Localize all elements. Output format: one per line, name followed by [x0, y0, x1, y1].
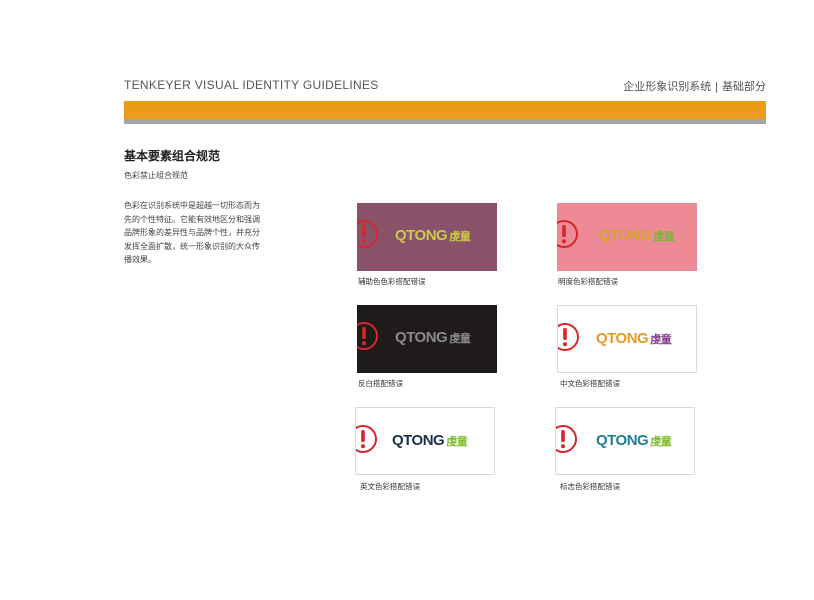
qtong-logo: QTONG 虔童 — [392, 432, 468, 449]
section-breadcrumb: 企业形象识别系统 | 基础部分 — [623, 80, 766, 93]
sample-caption: 标志色彩搭配错误 — [560, 482, 620, 491]
logo-chinese-text: 虔童 — [449, 231, 471, 243]
color-sample-card: QTONG 虔童 — [357, 203, 497, 271]
color-sample-card: QTONG 虔童 — [357, 305, 497, 373]
color-sample-card: QTONG 虔童 — [555, 407, 695, 475]
logo-latin-text: QTONG — [392, 432, 445, 449]
logo-chinese-text: 虔童 — [653, 231, 675, 243]
warning-exclamation-icon — [558, 323, 579, 351]
qtong-logo: QTONG 虔童 — [596, 330, 672, 347]
sample-caption: 英文色彩搭配错误 — [360, 482, 420, 491]
sample-caption: 辅助色色彩搭配错误 — [358, 277, 426, 286]
logo-latin-text: QTONG — [395, 227, 448, 244]
logo-latin-text: QTONG — [596, 432, 649, 449]
warning-exclamation-icon — [356, 425, 377, 453]
logo-latin-text: QTONG — [599, 227, 652, 244]
qtong-logo: QTONG 虔童 — [395, 329, 471, 346]
color-sample-card: QTONG 虔童 — [557, 203, 697, 271]
qtong-logo: QTONG 虔童 — [395, 227, 471, 244]
logo-chinese-text: 虔童 — [650, 334, 672, 346]
page-description: 色彩在识别系统中是超越一切形态而为先的个性特征。它能有效地区分和强调品牌形象的差… — [124, 201, 260, 264]
qtong-logo: QTONG 虔童 — [599, 227, 675, 244]
sample-caption: 明度色彩搭配错误 — [558, 277, 618, 286]
sample-caption: 中文色彩搭配错误 — [560, 379, 620, 388]
warning-exclamation-icon — [556, 425, 577, 453]
color-sample-card: QTONG 虔童 — [355, 407, 495, 475]
header-accent-bar — [124, 101, 766, 119]
logo-chinese-text: 虔童 — [449, 333, 471, 345]
logo-latin-text: QTONG — [596, 330, 649, 347]
logo-chinese-text: 虔童 — [650, 436, 672, 448]
warning-exclamation-icon — [357, 220, 378, 248]
page-subtitle: 色彩禁止组合规范 — [124, 171, 188, 180]
warning-exclamation-icon — [357, 322, 378, 350]
guidelines-header-title: TENKEYER VISUAL IDENTITY GUIDELINES — [124, 78, 379, 92]
warning-exclamation-icon — [557, 220, 578, 248]
logo-latin-text: QTONG — [395, 329, 448, 346]
sample-caption: 反白搭配错误 — [358, 379, 403, 388]
header-divider-bar — [124, 119, 766, 124]
logo-chinese-text: 虔童 — [446, 436, 468, 448]
color-sample-card: QTONG 虔童 — [557, 305, 697, 373]
qtong-logo: QTONG 虔童 — [596, 432, 672, 449]
page-title: 基本要素组合规范 — [124, 149, 221, 163]
